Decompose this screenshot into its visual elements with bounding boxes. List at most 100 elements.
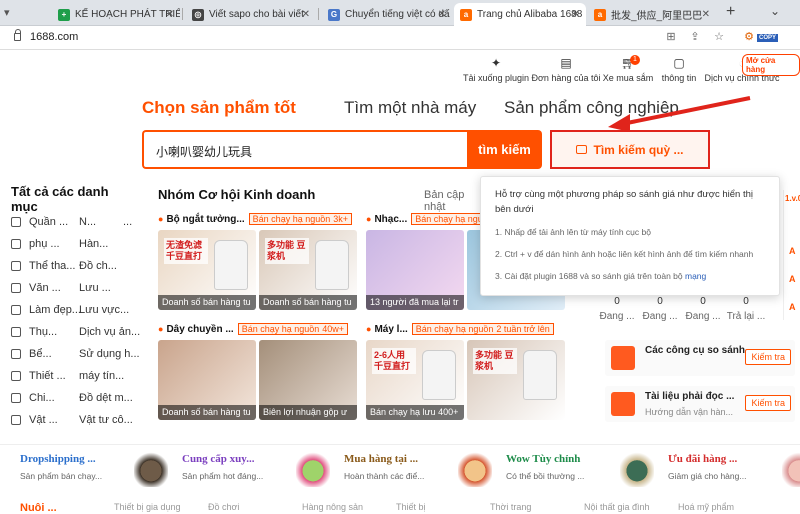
promo-card[interactable]: Mua hàng tại ... Hoàn thành các điể... [344,451,504,491]
product-image[interactable]: 2-6人用 千豆直打 Bán chạy hạ lưu 400+ [366,340,464,420]
order-status[interactable]: 0 Trả lại ... [726,296,766,322]
bottom-category-link[interactable]: Thời trang [490,502,531,512]
category-row[interactable]: phụ ... Hàn... [11,234,108,254]
category-row[interactable]: Làm đẹp... Lưu vực... [11,300,129,320]
category-row[interactable]: Thụ... Dịch vụ ản... [11,322,140,342]
category-link[interactable]: Sử dụng h... [79,348,140,360]
category-link[interactable]: Thụ... [29,326,57,338]
tab-ke-hoach[interactable]: + KẾ HOẠCH PHÁT TRIỂN ✕ [52,3,180,26]
image-search-button[interactable]: Tìm kiếm quỳ ... [550,130,710,169]
search-input[interactable]: 小喇叭婴幼儿玩具 [142,130,468,169]
category-link[interactable]: Văn ... [29,282,61,294]
promo-card[interactable]: Dropshipping ... Sản phẩm bán chạy... [20,451,180,491]
category-link[interactable]: Thiết ... [29,370,66,382]
promo-card[interactable]: Ưu đãi hàng ... Giảm giá cho hàng... [668,451,800,491]
category-link[interactable]: Làm đẹp... [29,304,81,316]
new-tab-button[interactable]: + [726,3,735,21]
category-link[interactable]: Đồ ch... [79,260,117,272]
tab-alibaba-1688[interactable]: a Trang chủ Alibaba 1688 ✕ [454,3,586,26]
status-label: Đang ... [599,311,635,322]
tab-chuyen-tieng-viet[interactable]: G Chuyển tiếng việt có dấ ✕ [322,3,452,26]
hot-seller-badge: Bán chạy hạ nguồn 3k+ [248,213,353,225]
category-link[interactable]: Đồ dệt m... [79,392,133,404]
minimize-icon[interactable]: ⌄ [770,4,780,18]
top-link-messages[interactable]: ▢ thông tin [656,56,702,96]
nav-choose-products[interactable]: Chọn sản phẩm tốt [142,98,296,118]
close-tab-icon[interactable]: ✕ [438,9,446,20]
share-icon[interactable]: ⇪ [688,30,702,44]
bottom-category-link[interactable]: Thiết bị [396,502,426,512]
tool-card-docs[interactable]: Tài liệu phải đọc ... Hướng dẫn vận hàn.… [605,386,795,422]
category-link[interactable]: Chi... [29,392,55,404]
category-link[interactable]: Hàn... [79,238,108,250]
category-link[interactable]: Thể tha... [29,260,75,272]
category-link[interactable]: máy tín... [79,370,124,382]
product-image[interactable]: 多功能 豆浆机 Doanh số bán hàng tu [259,230,357,310]
category-link[interactable]: Lưu ... [79,282,111,294]
promo-card[interactable]: Cung cấp xuy... Sản phẩm hot đáng... [182,451,342,491]
bookmark-star-icon[interactable]: ☆ [712,30,726,44]
bottom-category-link[interactable]: Hàng nông sản [302,502,363,512]
category-link[interactable]: Vật tư cô... [79,414,133,426]
product-image[interactable]: Doanh số bán hàng tu [158,340,256,420]
promo-subtitle: Sản phẩm bán chạy... [20,471,103,481]
opportunity-group[interactable]: ● Máy l... Bán chạy hạ nguồn 2 tuần trở lên… [366,322,568,422]
top-link-cart[interactable]: 🛒︎ Xe mua sắm [600,56,656,96]
opportunity-group[interactable]: ● Dây chuyền ... Bán chạy hạ nguồn 40w+ Doan… [158,322,360,422]
category-row[interactable]: Thiết ... máy tín... [11,366,124,386]
top-link-plugin[interactable]: ✦ Tải xuống plugin [460,56,532,96]
close-tab-icon[interactable]: ✕ [572,9,580,20]
category-row[interactable]: Thể tha... Đồ ch... [11,256,117,276]
nav-find-factory[interactable]: Tìm một nhà máy [344,98,476,118]
edge-item[interactable]: A [789,274,796,284]
category-link[interactable]: Dịch vụ ản... [79,326,140,338]
category-row[interactable]: Văn ... Lưu ... [11,278,111,298]
close-tab-icon[interactable]: ✕ [166,9,174,20]
search-button[interactable]: tìm kiếm [467,130,542,169]
url-field[interactable]: 1688.com [30,31,78,43]
category-link[interactable]: phụ ... [29,238,60,250]
check-button[interactable]: Kiếm tra [745,395,791,411]
tab-pifa[interactable]: a 批发_供应_阿里巴巴 ✕ [588,3,716,26]
edge-item[interactable]: A [789,246,796,256]
category-link[interactable]: Vật ... [29,414,58,426]
popup-step-link[interactable]: mạng [685,271,706,281]
category-row[interactable]: Bể... Sử dụng h... [11,344,140,364]
translate-icon[interactable]: ⊞ [664,30,678,44]
close-tab-icon[interactable]: ✕ [302,9,310,20]
tab-strip-toggle-icon[interactable]: ▾ [4,6,18,20]
category-row[interactable]: Quần ... N...... [11,212,132,232]
check-button[interactable]: Kiếm tra [745,349,791,365]
copy-extension-badge[interactable]: COPY [756,34,778,42]
tool-card-compare[interactable]: Các công cụ so sánh ... Kiếm tra [605,340,795,376]
product-image[interactable]: 多功能 豆浆机 [467,340,565,420]
category-row[interactable]: Vật ... Vật tư cô... [11,410,133,430]
open-shop-badge[interactable]: Mở cửa hàng [742,54,800,76]
order-status[interactable]: 0 Đang ... [597,296,637,322]
product-image[interactable]: Biên lợi nhuận gộp ư [259,340,357,420]
order-status[interactable]: 0 Đang ... [640,296,680,322]
promo-card[interactable]: Wow Tùy chỉnh Có thể bồi thường ... [506,451,666,491]
bottom-category-link[interactable]: Nuôi ... [20,502,57,514]
category-row[interactable]: Chi... Đồ dệt m... [11,388,133,408]
extension-icon[interactable]: ⚙ [742,30,756,44]
category-link[interactable]: Lưu vực... [79,304,129,316]
update-link[interactable]: Bản cập nhật [424,189,476,213]
order-status[interactable]: 0 Đang ... [683,296,723,322]
category-link[interactable]: N... [79,216,96,228]
tab-viet-sapo[interactable]: ◎ Viết sapo cho bài viết ✕ [186,3,316,26]
product-image[interactable]: 无渣免滤 千豆直打 Doanh số bán hàng tu [158,230,256,310]
lock-icon[interactable] [14,29,21,41]
bottom-category-link[interactable]: Đồ chơi [208,502,239,512]
bottom-category-link[interactable]: Thiết bị gia dụng [114,502,181,512]
category-link[interactable]: ... [123,216,132,228]
category-link[interactable]: Quần ... [29,216,68,228]
category-link[interactable]: Bể... [29,348,52,360]
bottom-category-link[interactable]: Hoá mỹ phẩm [678,502,734,512]
opportunity-group[interactable]: ● Bộ ngắt tưởng... Bán chạy hạ nguồn 3k+ 无渣免… [158,212,360,312]
close-tab-icon[interactable]: ✕ [702,9,710,20]
product-image[interactable]: 13 người đã mua lại tr [366,230,464,310]
bottom-category-link[interactable]: Nội thất gia đình [584,502,650,512]
edge-item[interactable]: A [789,302,796,312]
top-link-orders[interactable]: ▤ Đơn hàng của tôi [530,56,602,96]
